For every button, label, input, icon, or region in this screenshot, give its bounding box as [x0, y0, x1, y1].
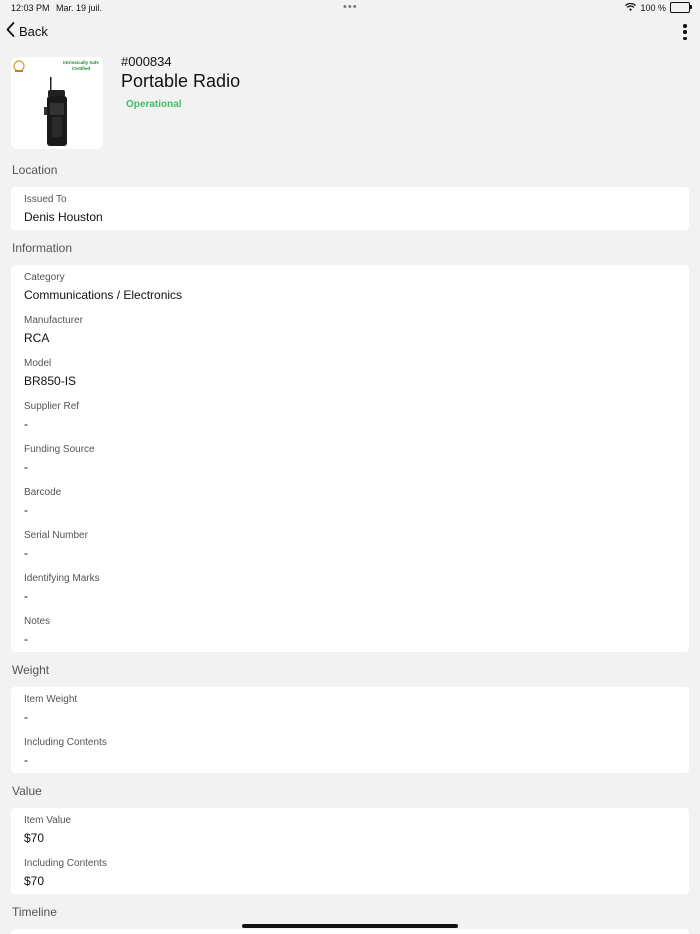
- field-value: Communications / Electronics: [24, 288, 183, 302]
- field-serial-number: Serial Number -: [24, 530, 88, 560]
- wifi-icon: [625, 2, 637, 13]
- field-value-including-contents: Including Contents $70: [24, 858, 107, 888]
- field-label: Model: [24, 358, 52, 369]
- field-value: -: [24, 417, 28, 431]
- more-options-icon[interactable]: [682, 24, 688, 40]
- status-time: 12:03 PM: [11, 3, 50, 13]
- navigation-bar: Back: [0, 20, 700, 44]
- field-value: -: [24, 710, 28, 724]
- timeline-card: [11, 929, 689, 934]
- field-weight-including-contents: Including Contents -: [24, 737, 107, 767]
- field-notes: Notes -: [24, 616, 50, 646]
- field-manufacturer: Manufacturer RCA: [24, 315, 83, 345]
- section-title-timeline: Timeline: [12, 905, 57, 919]
- back-button[interactable]: Back: [6, 22, 48, 40]
- field-category: Category Communications / Electronics: [24, 272, 182, 302]
- field-label: Funding Source: [24, 444, 95, 455]
- field-issued-to[interactable]: Issued To Denis Houston: [24, 194, 103, 224]
- field-value: -: [24, 460, 28, 474]
- field-identifying-marks: Identifying Marks -: [24, 573, 100, 603]
- section-title-weight: Weight: [12, 663, 50, 677]
- status-bar: 12:03 PM Mar. 19 juil. ••• 100 %: [0, 0, 700, 18]
- section-title-information: Information: [12, 241, 73, 255]
- field-value: -: [24, 546, 28, 560]
- field-label: Notes: [24, 616, 51, 627]
- field-label: Category: [24, 272, 65, 283]
- field-value: -: [24, 503, 28, 517]
- field-label: Including Contents: [24, 858, 107, 869]
- asset-name: Portable Radio: [121, 71, 241, 91]
- field-label: Supplier Ref: [24, 401, 80, 412]
- field-label: Issued To: [24, 194, 67, 205]
- field-value: $70: [24, 831, 45, 845]
- field-label: Serial Number: [24, 530, 88, 541]
- field-model: Model BR850-IS: [24, 358, 76, 388]
- weight-card: Item Weight - Including Contents -: [11, 687, 689, 773]
- field-barcode: Barcode -: [24, 487, 61, 517]
- field-value: -: [24, 753, 28, 767]
- field-label: Barcode: [24, 487, 62, 498]
- multitask-dots[interactable]: •••: [343, 1, 358, 13]
- value-card: Item Value $70 Including Contents $70: [11, 808, 689, 894]
- back-label: Back: [19, 23, 48, 39]
- asset-header: #000834 Portable Radio Operational: [121, 54, 240, 110]
- location-card: Issued To Denis Houston: [11, 187, 689, 230]
- field-label: Identifying Marks: [24, 573, 100, 584]
- field-value: RCA: [24, 331, 50, 345]
- photo-caption: Intrinsically Safe Certified: [63, 60, 99, 71]
- field-value: -: [24, 632, 28, 646]
- asset-id: #000834: [121, 54, 172, 69]
- field-value: $70: [24, 874, 45, 888]
- home-indicator[interactable]: [242, 924, 458, 928]
- status-date: Mar. 19 juil.: [56, 3, 103, 13]
- battery-icon: [670, 2, 692, 13]
- field-funding-source: Funding Source -: [24, 444, 95, 474]
- field-value: -: [24, 589, 28, 603]
- field-value: Denis Houston: [24, 210, 103, 224]
- information-card: Category Communications / Electronics Ma…: [11, 265, 689, 652]
- field-label: Manufacturer: [24, 315, 83, 326]
- field-item-weight: Item Weight -: [24, 694, 77, 724]
- field-value: BR850-IS: [24, 374, 77, 388]
- section-title-location: Location: [12, 163, 58, 177]
- field-supplier-ref: Supplier Ref -: [24, 401, 79, 431]
- section-title-value: Value: [12, 784, 42, 798]
- status-badge: Operational: [126, 99, 182, 110]
- field-label: Including Contents: [24, 737, 107, 748]
- battery-percent: 100 %: [640, 2, 666, 13]
- asset-photo[interactable]: Intrinsically Safe Certified: [11, 57, 103, 149]
- field-label: Item Value: [24, 815, 72, 826]
- field-label: Item Weight: [24, 694, 78, 705]
- field-item-value: Item Value $70: [24, 815, 71, 845]
- chevron-left-icon: [6, 22, 15, 40]
